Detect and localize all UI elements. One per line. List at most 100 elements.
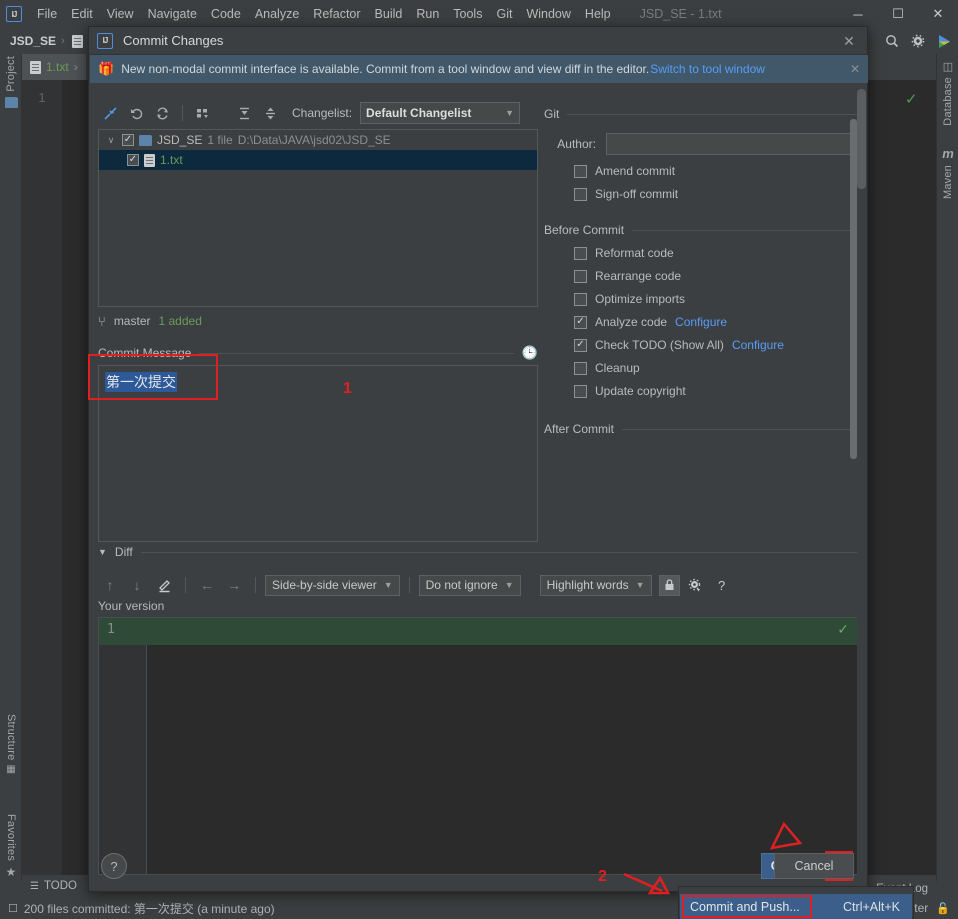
rollback-icon[interactable]: [124, 101, 148, 125]
checkbox[interactable]: ✓: [574, 315, 587, 329]
tool-window-todo[interactable]: ☰ TODO: [30, 880, 77, 892]
edit-icon[interactable]: [152, 573, 176, 597]
switch-to-tool-window-link[interactable]: Switch to tool window: [650, 62, 765, 76]
lock-icon[interactable]: [658, 574, 680, 596]
collapse-all-icon[interactable]: [258, 101, 282, 125]
diff-help-icon[interactable]: ?: [710, 573, 734, 597]
diff-toolbar: ↑ ↓ ← → Side-by-side viewer ▼ Do not ign…: [98, 572, 858, 598]
check-todo-configure-link[interactable]: Configure: [732, 338, 784, 352]
commit-and-push-menu-item[interactable]: Commit and Push... Ctrl+Alt+K: [680, 894, 912, 919]
checkbox[interactable]: [574, 361, 587, 375]
checkbox[interactable]: [574, 269, 587, 283]
dialog-scrollbar-track[interactable]: [857, 84, 866, 874]
banner-close-icon[interactable]: ✕: [850, 62, 860, 76]
signoff-commit-row[interactable]: Sign-off commit: [574, 187, 859, 201]
tool-window-project[interactable]: Project: [0, 56, 22, 108]
menu-edit[interactable]: Edit: [64, 4, 100, 24]
options-scrollbar-thumb[interactable]: [850, 119, 857, 459]
menu-build[interactable]: Build: [368, 4, 410, 24]
changes-tree[interactable]: ∨ ✓ JSD_SE 1 file D:\Data\JAVA\jsd02\JSD…: [98, 129, 538, 307]
breadcrumb-project[interactable]: JSD_SE: [10, 34, 56, 48]
table-row[interactable]: ✓ 1.txt: [99, 150, 537, 170]
optimize-imports-label: Optimize imports: [595, 292, 686, 306]
annotation-number-2: 2: [598, 868, 607, 885]
help-button[interactable]: ?: [101, 853, 127, 879]
checkbox[interactable]: [574, 292, 587, 306]
folder-icon: [139, 134, 152, 146]
menu-git[interactable]: Git: [489, 4, 519, 24]
checkbox[interactable]: ✓: [127, 154, 139, 166]
checkbox[interactable]: [574, 164, 587, 178]
structure-icon: ▦: [6, 764, 16, 776]
collapse-selection-icon[interactable]: [98, 101, 122, 125]
branch-icon: ⑂: [98, 313, 106, 329]
dialog-close-icon[interactable]: ✕: [839, 31, 859, 51]
menu-tools[interactable]: Tools: [446, 4, 489, 24]
close-icon[interactable]: ✕: [918, 0, 958, 28]
commit-message-input[interactable]: 第一次提交: [88, 354, 538, 542]
amend-commit-row[interactable]: Amend commit: [574, 164, 859, 178]
menu-navigate[interactable]: Navigate: [141, 4, 204, 24]
maximize-icon[interactable]: ☐: [878, 0, 918, 28]
tool-window-structure[interactable]: Structure ▦: [0, 714, 22, 775]
search-icon[interactable]: [885, 34, 899, 48]
gift-icon: 🎁: [98, 61, 115, 76]
diff-line-number: 1: [107, 622, 115, 637]
reformat-code-row[interactable]: Reformat code: [574, 246, 859, 260]
run-icon[interactable]: [937, 34, 952, 49]
branch-name: master: [113, 314, 151, 328]
tool-window-database[interactable]: ◫ Database: [937, 60, 958, 126]
changelist-select[interactable]: Default Changelist ▼: [360, 102, 521, 124]
rearrange-code-label: Rearrange code: [595, 269, 682, 283]
chevron-down-icon[interactable]: ▼: [98, 547, 107, 557]
checkbox[interactable]: ✓: [122, 134, 134, 146]
checkbox[interactable]: [574, 384, 587, 398]
menu-analyze[interactable]: Analyze: [248, 4, 306, 24]
author-input[interactable]: [606, 133, 859, 155]
tool-window-maven[interactable]: m Maven: [937, 146, 958, 199]
expand-all-icon[interactable]: [232, 101, 256, 125]
menu-run[interactable]: Run: [409, 4, 446, 24]
lock-icon[interactable]: 🔓: [936, 902, 950, 915]
diff-viewer-pane[interactable]: 1 ✓: [98, 617, 858, 875]
previous-difference-icon[interactable]: ↑: [98, 573, 122, 597]
arrow-right-icon[interactable]: →: [222, 573, 246, 597]
chevron-down-icon[interactable]: ∨: [105, 135, 117, 146]
editor-gutter: 1: [22, 80, 62, 881]
gear-icon[interactable]: [911, 34, 925, 48]
checkbox[interactable]: [574, 187, 587, 201]
settings-gear-icon[interactable]: [683, 573, 707, 597]
diff-accept-change-icon[interactable]: ✓: [837, 621, 849, 638]
menu-window[interactable]: Window: [519, 4, 577, 24]
menu-code[interactable]: Code: [204, 4, 248, 24]
cancel-button[interactable]: Cancel: [774, 853, 854, 879]
menu-help[interactable]: Help: [578, 4, 618, 24]
minimize-icon[interactable]: ─: [838, 0, 878, 28]
rearrange-code-row[interactable]: Rearrange code: [574, 269, 859, 283]
diff-highlight-select[interactable]: Highlight words ▼: [539, 574, 652, 596]
group-by-icon[interactable]: [191, 101, 215, 125]
update-copyright-row[interactable]: Update copyright: [574, 384, 859, 398]
diff-whitespace-select[interactable]: Do not ignore ▼: [418, 574, 521, 596]
refresh-icon[interactable]: [150, 101, 174, 125]
dialog-scrollbar-thumb[interactable]: [857, 89, 866, 189]
diff-viewer-mode-select[interactable]: Side-by-side viewer ▼: [265, 574, 400, 596]
chevron-down-icon: ▼: [504, 580, 514, 590]
analyze-code-row[interactable]: ✓ Analyze code Configure: [574, 315, 859, 329]
menu-view[interactable]: View: [100, 4, 141, 24]
arrow-left-icon[interactable]: ←: [195, 573, 219, 597]
menu-file[interactable]: File: [30, 4, 64, 24]
checkbox[interactable]: ✓: [574, 338, 587, 352]
history-clock-icon[interactable]: 🕒: [522, 345, 538, 361]
cleanup-row[interactable]: Cleanup: [574, 361, 859, 375]
editor-tab-1txt[interactable]: 1.txt ›: [22, 54, 86, 80]
check-todo-row[interactable]: ✓ Check TODO (Show All) Configure: [574, 338, 859, 352]
commit-message-header: Commit Message 🕒: [98, 345, 538, 361]
table-row[interactable]: ∨ ✓ JSD_SE 1 file D:\Data\JAVA\jsd02\JSD…: [99, 130, 537, 150]
analyze-code-configure-link[interactable]: Configure: [675, 315, 727, 329]
menu-refactor[interactable]: Refactor: [306, 4, 367, 24]
optimize-imports-row[interactable]: Optimize imports: [574, 292, 859, 306]
checkbox[interactable]: [574, 246, 587, 260]
next-difference-icon[interactable]: ↓: [125, 573, 149, 597]
tool-window-favorites[interactable]: Favorites ★: [0, 814, 22, 879]
